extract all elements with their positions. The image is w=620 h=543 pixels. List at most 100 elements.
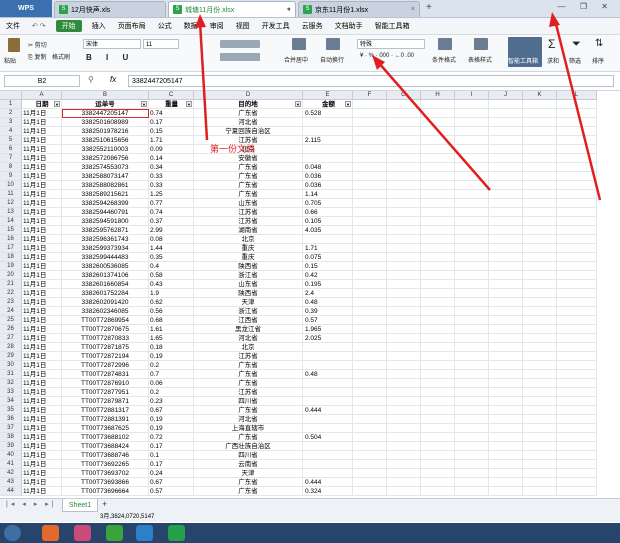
empty-cell[interactable] xyxy=(455,343,489,352)
sheet-nav-icon[interactable]: |◂ ◂ ▸ ▸| xyxy=(6,500,57,508)
formula-input[interactable]: 3382447205147 xyxy=(128,75,614,87)
table-cell[interactable]: 11月1日 xyxy=(22,397,62,406)
empty-cell[interactable] xyxy=(523,298,557,307)
table-cell[interactable]: TT00T73688424 xyxy=(62,442,149,451)
empty-cell[interactable] xyxy=(455,244,489,253)
empty-cell[interactable] xyxy=(387,334,421,343)
row-header[interactable]: 11 xyxy=(0,190,22,199)
empty-cell[interactable] xyxy=(489,145,523,154)
table-cell[interactable]: 3382601660854 xyxy=(62,280,149,289)
table-cell[interactable]: 3382572086756 xyxy=(62,154,149,163)
empty-cell[interactable] xyxy=(455,406,489,415)
format-painter-button[interactable]: 格式刷 xyxy=(52,52,70,61)
table-cell[interactable]: 0.23 xyxy=(149,397,194,406)
table-cell[interactable]: TT00T72881317 xyxy=(62,406,149,415)
row-header[interactable]: 8 xyxy=(0,163,22,172)
row-header[interactable]: 44 xyxy=(0,487,22,496)
table-cell[interactable]: 0.444 xyxy=(303,478,353,487)
sum-icon[interactable]: Σ xyxy=(548,37,555,51)
empty-cell[interactable] xyxy=(353,235,387,244)
row-header[interactable]: 7 xyxy=(0,154,22,163)
empty-cell[interactable] xyxy=(455,271,489,280)
table-cell[interactable]: 河北省 xyxy=(194,118,303,127)
column-header-h[interactable]: H xyxy=(421,91,455,100)
row-header[interactable]: 14 xyxy=(0,217,22,226)
empty-cell[interactable] xyxy=(387,226,421,235)
table-cell[interactable]: 11月1日 xyxy=(22,172,62,181)
table-cell[interactable]: 11月1日 xyxy=(22,118,62,127)
empty-cell[interactable] xyxy=(421,235,455,244)
table-cell[interactable]: 11月1日 xyxy=(22,442,62,451)
row-header[interactable]: 33 xyxy=(0,388,22,397)
table-cell[interactable]: 陕西省 xyxy=(194,289,303,298)
table-cell[interactable]: 11月1日 xyxy=(22,343,62,352)
empty-cell[interactable] xyxy=(353,316,387,325)
table-cell[interactable]: 2.99 xyxy=(149,226,194,235)
filter-dropdown-icon[interactable]: ▼ xyxy=(186,101,192,107)
empty-cell[interactable] xyxy=(523,271,557,280)
table-cell[interactable]: 11月1日 xyxy=(22,424,62,433)
empty-cell[interactable] xyxy=(387,136,421,145)
table-cell[interactable]: TT00T73696664 xyxy=(62,487,149,496)
row-header[interactable]: 4 xyxy=(0,127,22,136)
currency-percent-buttons[interactable]: ¥ · % · 000 · ←0 .00 xyxy=(360,53,414,59)
empty-cell[interactable] xyxy=(489,352,523,361)
table-cell[interactable]: 上海直辖市 xyxy=(194,424,303,433)
empty-cell[interactable] xyxy=(523,406,557,415)
table-cell[interactable]: 0.58 xyxy=(149,271,194,280)
table-cell[interactable]: 3382501608989 xyxy=(62,118,149,127)
row-header[interactable]: 19 xyxy=(0,262,22,271)
table-cell[interactable]: 11月1日 xyxy=(22,271,62,280)
empty-cell[interactable] xyxy=(489,172,523,181)
empty-cell[interactable] xyxy=(421,118,455,127)
table-cell[interactable]: 重庆 xyxy=(194,244,303,253)
table-cell[interactable]: 广东省 xyxy=(194,433,303,442)
table-cell[interactable]: 广东省 xyxy=(194,487,303,496)
empty-cell[interactable] xyxy=(557,460,597,469)
empty-cell[interactable] xyxy=(421,478,455,487)
empty-cell[interactable] xyxy=(421,415,455,424)
empty-cell[interactable] xyxy=(387,271,421,280)
table-cell[interactable]: 0.34 xyxy=(149,163,194,172)
empty-cell[interactable] xyxy=(353,487,387,496)
row-header[interactable]: 16 xyxy=(0,235,22,244)
empty-cell[interactable] xyxy=(353,469,387,478)
empty-cell[interactable] xyxy=(353,433,387,442)
table-cell[interactable]: 0.37 xyxy=(149,217,194,226)
menu-doc-assistant[interactable]: 文档助手 xyxy=(329,21,369,31)
menu-smart-toolbox[interactable]: 智能工具箱 xyxy=(369,21,416,31)
table-cell[interactable]: 广东省 xyxy=(194,163,303,172)
table-cell[interactable]: 11月1日 xyxy=(22,325,62,334)
row-header[interactable]: 30 xyxy=(0,361,22,370)
empty-cell[interactable] xyxy=(489,118,523,127)
empty-cell[interactable] xyxy=(489,451,523,460)
table-cell[interactable]: 广东省 xyxy=(194,172,303,181)
empty-cell[interactable] xyxy=(455,424,489,433)
wps-writer-icon[interactable] xyxy=(136,525,153,541)
empty-cell[interactable] xyxy=(455,109,489,118)
empty-cell[interactable] xyxy=(455,181,489,190)
empty-cell[interactable] xyxy=(489,334,523,343)
table-cell[interactable]: 3382595762871 xyxy=(62,226,149,235)
empty-cell[interactable] xyxy=(421,316,455,325)
empty-cell[interactable] xyxy=(489,280,523,289)
table-cell[interactable]: 云南省 xyxy=(194,460,303,469)
table-cell[interactable]: 北京 xyxy=(194,235,303,244)
empty-cell[interactable] xyxy=(523,433,557,442)
empty-cell[interactable] xyxy=(489,127,523,136)
table-cell[interactable]: 11月1日 xyxy=(22,244,62,253)
table-cell[interactable]: 11月1日 xyxy=(22,379,62,388)
empty-cell[interactable] xyxy=(421,424,455,433)
table-cell[interactable]: 湖南省 xyxy=(194,226,303,235)
empty-cell[interactable] xyxy=(353,136,387,145)
menu-cloud[interactable]: 云服务 xyxy=(296,21,329,31)
table-cell[interactable]: 0.2 xyxy=(149,388,194,397)
empty-cell[interactable] xyxy=(387,397,421,406)
table-cell[interactable]: 11月1日 xyxy=(22,253,62,262)
table-cell[interactable]: TT00T73688746 xyxy=(62,451,149,460)
empty-cell[interactable] xyxy=(523,118,557,127)
table-cell[interactable] xyxy=(303,388,353,397)
empty-cell[interactable] xyxy=(353,406,387,415)
empty-cell[interactable] xyxy=(557,226,597,235)
table-cell[interactable]: 3382594460791 xyxy=(62,208,149,217)
